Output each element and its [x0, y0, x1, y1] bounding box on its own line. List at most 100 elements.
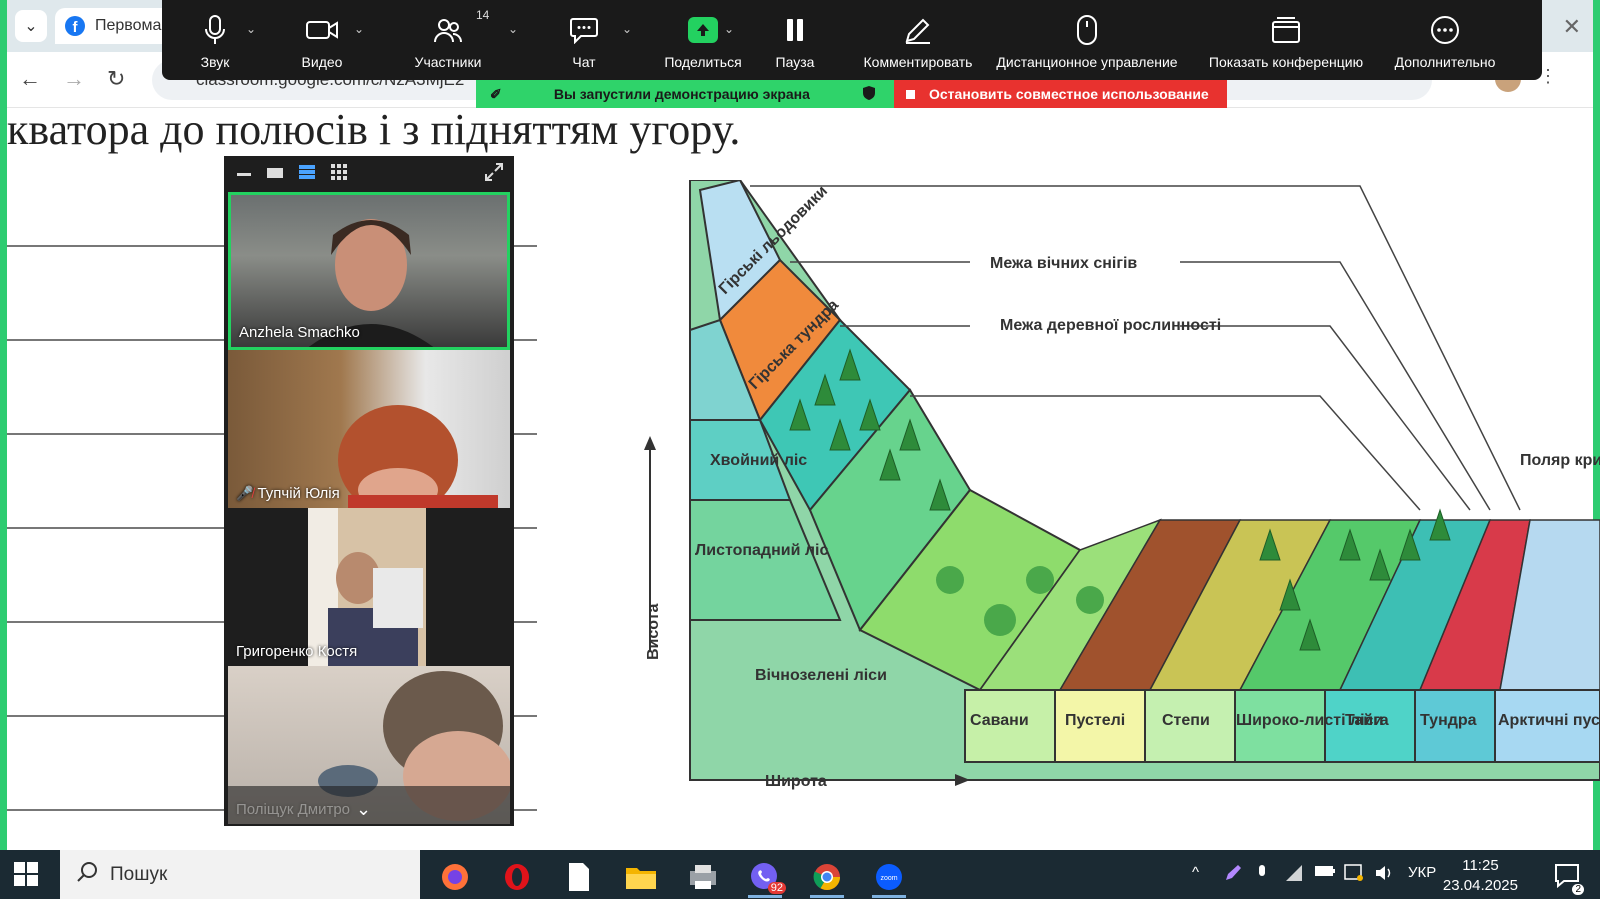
pen-icon[interactable] — [1224, 864, 1242, 886]
zone-label-taiga: Тайга — [1345, 712, 1389, 729]
show-meeting-icon — [1270, 12, 1302, 48]
tab-title: Первомай — [95, 17, 171, 34]
share-options-icon[interactable]: ⌄ — [724, 22, 734, 36]
notifications-count: 2 — [1572, 884, 1584, 895]
sharing-status-text: Вы запустили демонстрацию экрана — [553, 86, 810, 102]
reload-icon[interactable]: ↻ — [107, 66, 125, 92]
video-panel-header — [224, 156, 514, 192]
participants-icon — [433, 12, 463, 48]
browser-tab[interactable]: f Первомай — [55, 8, 175, 44]
more-button[interactable]: Дополнительно — [1390, 0, 1500, 80]
stop-share-button[interactable]: Остановить совместное использование — [894, 80, 1227, 108]
shield-icon — [862, 85, 876, 104]
zone-label-savanna: Савани — [970, 712, 1029, 729]
viber-badge: 92 — [767, 882, 786, 894]
firefox-icon[interactable] — [430, 856, 480, 898]
participant-name: Тупчій Юлія — [257, 485, 340, 502]
zone-label-arctic-desert: Арктичні пустелі — [1498, 712, 1600, 729]
snow-line-label: Межа вічних снігів — [990, 255, 1137, 272]
video-tile[interactable]: Поліщук Дмитро ⌄ — [228, 666, 510, 824]
pause-share-button[interactable]: Пауза — [762, 0, 828, 80]
network-status-icon[interactable] — [1344, 864, 1364, 886]
forward-icon[interactable]: → — [63, 66, 85, 92]
microphone-tray-icon[interactable] — [1256, 864, 1268, 886]
file-explorer-icon[interactable] — [616, 856, 666, 898]
back-icon[interactable]: ← — [19, 66, 41, 92]
annotate-button[interactable]: Комментировать — [852, 0, 984, 80]
zone-label-steppe: Степи — [1162, 712, 1210, 729]
system-clock[interactable]: 11:25 23.04.2025 — [1443, 856, 1518, 896]
fullscreen-icon[interactable] — [484, 162, 504, 187]
viber-icon[interactable]: 92 — [740, 856, 790, 898]
stop-icon — [906, 89, 915, 99]
minimize-icon[interactable] — [236, 165, 252, 183]
chat-options-icon[interactable]: ⌄ — [622, 22, 632, 36]
zone-label-evergreen: Вічнозелені ліси — [755, 667, 887, 684]
language-indicator[interactable]: УКР — [1408, 864, 1436, 881]
microphone-icon — [203, 12, 227, 48]
mouse-icon — [1076, 12, 1098, 48]
chat-icon — [569, 12, 599, 48]
clock-date: 23.04.2025 — [1442, 877, 1518, 894]
volume-icon[interactable] — [1374, 864, 1394, 886]
y-axis-label: Висота — [645, 604, 662, 661]
video-tile[interactable]: Григоренко Костя — [228, 508, 510, 666]
clock-time: 11:25 — [1462, 857, 1499, 874]
muted-mic-icon: 🎤̸ — [236, 485, 254, 501]
strip-view-icon[interactable] — [298, 164, 316, 185]
participant-name: Григоренко Костя — [236, 643, 358, 660]
single-view-icon[interactable] — [266, 165, 284, 184]
video-options-icon[interactable]: ⌄ — [354, 22, 364, 36]
wifi-icon[interactable] — [1284, 864, 1304, 886]
video-camera-icon — [305, 12, 339, 48]
tab-search-button[interactable]: ⌄ — [15, 10, 47, 42]
more-icon — [1429, 12, 1461, 48]
zoom-app-icon[interactable]: zoom — [864, 856, 914, 898]
pause-icon — [784, 12, 806, 48]
zone-label-tundra: Тундра — [1420, 712, 1477, 729]
participant-name: Поліщук Дмитро — [236, 801, 351, 818]
drag-handle-icon[interactable]: ✐ — [490, 86, 502, 103]
participant-name: Anzhela Smachko — [239, 324, 360, 341]
show-hidden-icons[interactable]: ^ — [1192, 864, 1199, 881]
chat-button[interactable]: Чат — [554, 0, 614, 80]
audio-button[interactable]: Звук — [182, 0, 248, 80]
search-icon — [76, 861, 98, 889]
zone-label-coniferous: Хвойний ліс — [710, 452, 807, 469]
natural-zones-diagram: Гірські льодовики Гірська тундра Хвойний… — [644, 180, 1600, 790]
zone-label-deciduous: Листопадний ліс — [695, 542, 828, 559]
remote-control-button[interactable]: Дистанционное управление — [992, 0, 1182, 80]
video-tile[interactable]: 🎤̸ Тупчій Юлія — [228, 350, 510, 508]
stop-share-label: Остановить совместное использование — [929, 86, 1209, 102]
file-icon[interactable] — [554, 856, 604, 898]
participants-count: 14 — [476, 8, 490, 22]
participants-options-icon[interactable]: ⌄ — [508, 22, 518, 36]
video-panel: Anzhela Smachko 🎤̸ Тупчій Юлія Григоренк… — [224, 156, 514, 826]
svg-text:zoom: zoom — [880, 875, 897, 882]
video-tile[interactable]: Anzhela Smachko — [228, 192, 510, 350]
window-close-icon[interactable]: ✕ — [1563, 14, 1581, 40]
x-axis-label: Широта — [765, 773, 827, 790]
printer-icon[interactable] — [678, 856, 728, 898]
chrome-icon[interactable] — [802, 856, 852, 898]
taskbar: Пошук 92 zoom ^ УКР 11:25 23.04.2025 2 — [0, 850, 1600, 899]
share-border-left — [0, 0, 7, 850]
pencil-icon — [903, 12, 933, 48]
zone-label-desert: Пустелі — [1065, 712, 1125, 729]
windows-start-icon[interactable] — [14, 862, 38, 891]
show-meeting-button[interactable]: Показать конференцию — [1196, 0, 1376, 80]
video-button[interactable]: Видео — [282, 0, 362, 80]
grid-view-icon[interactable] — [330, 163, 348, 186]
zoom-toolbar: Звук ⌄ Видео ⌄ Участники 14 ⌄ Чат ⌄ Поде… — [162, 0, 1542, 80]
polar-ice-label: Поляр крига — [1520, 452, 1600, 469]
document-heading: кватора до полюсів і з підняттям угору. — [7, 105, 741, 154]
scroll-down-icon[interactable]: ⌄ — [356, 799, 371, 820]
battery-icon[interactable] — [1314, 864, 1336, 882]
notifications-icon[interactable]: 2 — [1554, 862, 1584, 895]
opera-icon[interactable] — [492, 856, 542, 898]
search-placeholder: Пошук — [110, 863, 168, 885]
share-screen-button[interactable]: Поделиться — [650, 0, 756, 80]
taskbar-search[interactable]: Пошук — [60, 850, 420, 899]
audio-options-icon[interactable]: ⌄ — [246, 22, 256, 36]
share-screen-icon — [688, 12, 718, 48]
